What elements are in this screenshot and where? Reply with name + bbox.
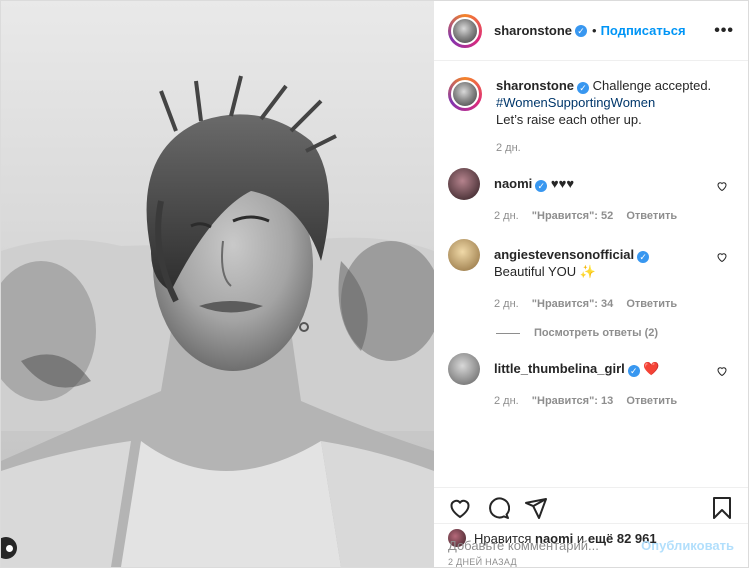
caption-avatar[interactable] <box>448 77 482 111</box>
reply-button[interactable]: Ответить <box>626 210 677 222</box>
author-avatar[interactable] <box>448 13 482 48</box>
comment-item: naomi ✓ ♥♥♥ 2 дн. "Нравится": 52 Ответить <box>448 168 734 225</box>
follow-button[interactable]: Подписаться <box>601 23 686 38</box>
comment-time[interactable]: 2 дн. <box>494 395 519 407</box>
more-icon[interactable]: ••• <box>714 22 734 40</box>
share-icon[interactable] <box>524 496 548 520</box>
reply-button[interactable]: Ответить <box>626 298 677 310</box>
heart-icon[interactable] <box>716 251 728 263</box>
post-photo[interactable] <box>1 1 434 567</box>
comment-username[interactable]: naomi <box>494 176 532 191</box>
comment-time[interactable]: 2 дн. <box>494 298 519 310</box>
action-bar <box>434 487 748 521</box>
commenter-avatar[interactable] <box>448 168 480 200</box>
comment-text: ♥♥♥ <box>550 176 575 191</box>
comment-username[interactable]: angiestevensonofficial <box>494 247 634 262</box>
replies-divider <box>496 332 520 334</box>
comment-form: Добавьте комментарий... Опубликовать <box>434 523 748 567</box>
caption-time[interactable]: 2 дн. <box>496 142 711 154</box>
comment-likes[interactable]: "Нравится": 34 <box>532 298 613 310</box>
comment-item: little_thumbelina_girl ✓ ❤️ 2 дн. "Нравит… <box>448 353 734 410</box>
view-replies-button[interactable]: Посмотреть ответы (2) <box>496 327 734 339</box>
caption-line2: Let’s raise each other up. <box>496 112 642 127</box>
commenter-avatar[interactable] <box>448 239 480 271</box>
bookmark-icon[interactable] <box>710 496 734 520</box>
verified-icon: ✓ <box>577 82 590 94</box>
comment-text: Beautiful YOU ✨ <box>494 264 596 279</box>
comment-likes[interactable]: "Нравится": 13 <box>532 395 613 407</box>
view-replies-label: Посмотреть ответы (2) <box>534 327 659 339</box>
comment-username[interactable]: little_thumbelina_girl <box>494 361 625 376</box>
caption-text: Challenge accepted. <box>592 78 712 93</box>
reply-button[interactable]: Ответить <box>626 395 677 407</box>
publish-button[interactable]: Опубликовать <box>641 538 734 553</box>
portrait-illustration <box>1 75 434 567</box>
author-username[interactable]: sharonstone <box>494 23 572 38</box>
comment-text: ❤️ <box>643 361 660 376</box>
comments-list[interactable]: sharonstone ✓ Challenge accepted. #WomenS… <box>434 61 748 487</box>
heart-icon[interactable] <box>716 180 728 192</box>
post-caption: sharonstone ✓ Challenge accepted. #WomenS… <box>448 77 734 154</box>
verified-icon: ✓ <box>627 365 640 377</box>
instagram-post: sharonstone ✓ • Подписаться ••• sharonst… <box>0 0 749 568</box>
caption-hashtag[interactable]: #WomenSupportingWomen <box>496 95 655 110</box>
comment-icon[interactable] <box>486 496 510 520</box>
commenter-avatar[interactable] <box>448 353 480 385</box>
caption-username[interactable]: sharonstone <box>496 78 574 93</box>
separator-dot: • <box>592 23 597 38</box>
like-heart-icon[interactable] <box>448 496 472 520</box>
verified-icon: ✓ <box>575 24 588 37</box>
comment-likes[interactable]: "Нравится": 52 <box>532 210 613 222</box>
side-panel: sharonstone ✓ • Подписаться ••• sharonst… <box>434 1 748 567</box>
verified-icon: ✓ <box>637 251 650 263</box>
post-header: sharonstone ✓ • Подписаться ••• <box>434 1 748 61</box>
heart-icon[interactable] <box>716 365 728 377</box>
comment-input[interactable]: Добавьте комментарий... <box>448 538 599 553</box>
comment-item: angiestevensonofficial ✓ Beautiful YOU ✨ … <box>448 239 734 313</box>
verified-icon: ✓ <box>535 180 548 192</box>
comment-time[interactable]: 2 дн. <box>494 210 519 222</box>
